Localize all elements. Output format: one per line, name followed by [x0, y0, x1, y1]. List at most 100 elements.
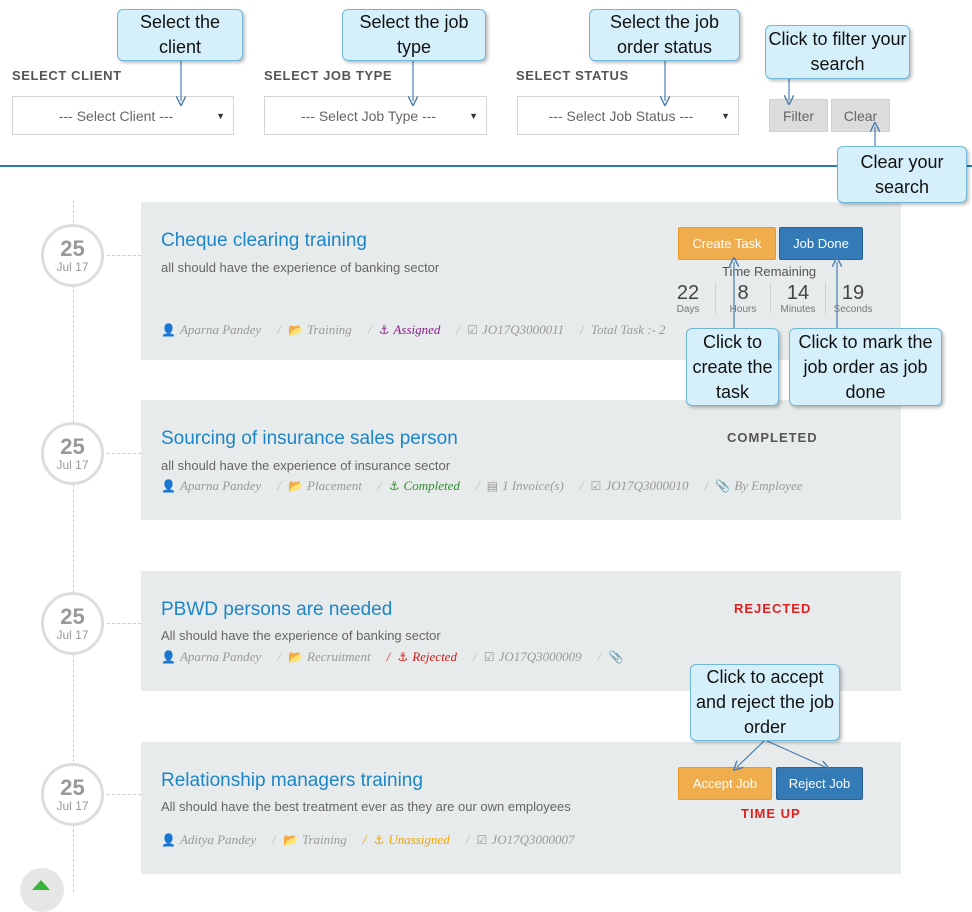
- paperclip-icon: 📎: [715, 479, 731, 493]
- date-badge: 25 Jul 17: [41, 422, 104, 485]
- date-month: Jul 17: [56, 627, 89, 642]
- job-card: Cheque clearing training all should have…: [141, 202, 901, 360]
- job-title[interactable]: Cheque clearing training: [161, 230, 367, 252]
- job-card: Sourcing of insurance sales person all s…: [141, 400, 901, 520]
- job-code: ☑ JO17Q3000011: [467, 322, 565, 337]
- section-divider: [0, 165, 972, 167]
- client-select-value: --- Select Client ---: [58, 107, 174, 124]
- job-right-status: COMPLETED: [727, 430, 818, 445]
- job-type: 📂 Placement: [288, 478, 362, 493]
- job-type-select-value: --- Select Job Type ---: [300, 107, 437, 124]
- status-filter-label: SELECT STATUS: [516, 68, 629, 83]
- check-square-icon: ☑: [476, 833, 488, 847]
- job-person: 👤 Aparna Pandey: [161, 478, 262, 493]
- anchor-icon: ⚓: [388, 479, 400, 493]
- check-square-icon: ☑: [483, 650, 495, 664]
- paperclip-icon: 📎: [608, 650, 624, 664]
- job-type-select[interactable]: --- Select Job Type --- ▼: [264, 96, 487, 135]
- countdown-timer: 22 Days 8 Hours 14 Minutes 19 Seconds: [661, 282, 880, 315]
- job-description: all should have the experience of bankin…: [161, 260, 440, 275]
- caret-down-icon: ▼: [216, 111, 225, 121]
- job-status: ⚓ Unassigned: [373, 832, 450, 847]
- caret-down-icon: ▼: [721, 111, 730, 121]
- job-status: ⚓ Completed: [388, 478, 460, 493]
- job-meta: 👤 Aditya Pandey / 📂 Training / ⚓ Unassigned / …: [161, 832, 582, 848]
- job-right-status: TIME UP: [741, 806, 801, 821]
- timeline-connector: [107, 623, 141, 624]
- timer-minutes: 14 Minutes: [780, 282, 816, 315]
- date-badge: 25 Jul 17: [41, 224, 104, 287]
- status-select[interactable]: --- Select Job Status --- ▼: [517, 96, 739, 135]
- user-icon: 👤: [161, 323, 176, 337]
- client-select[interactable]: --- Select Client --- ▼: [12, 96, 234, 135]
- job-description: All should have the experience of bankin…: [161, 628, 441, 643]
- job-title[interactable]: Relationship managers training: [161, 770, 423, 792]
- job-card: Relationship managers training All shoul…: [141, 742, 901, 874]
- timeline-connector: [107, 255, 141, 256]
- job-done-button[interactable]: Job Done: [779, 227, 863, 260]
- job-meta: 👤 Aparna Pandey / 📂 Recruitment / ⚓ Rejected /…: [161, 649, 631, 665]
- timer-hours: 8 Hours: [729, 282, 757, 315]
- time-remaining-label: Time Remaining: [722, 264, 817, 279]
- job-type-filter-label: SELECT JOB TYPE: [264, 68, 393, 83]
- anchor-icon: ⚓: [373, 833, 385, 847]
- callout-filter: Click to filter your search: [765, 25, 910, 79]
- job-code: ☑ JO17Q3000007: [476, 832, 575, 847]
- job-meta: 👤 Aparna Pandey / 📂 Training / ⚓ Assigned / ☑ J…: [161, 322, 666, 337]
- job-person: 👤 Aditya Pandey: [161, 832, 257, 847]
- callout-create-task: Click to create the task: [686, 328, 779, 406]
- timeline-connector: [107, 453, 141, 454]
- job-type: 📂 Recruitment: [288, 649, 371, 664]
- job-title[interactable]: PBWD persons are needed: [161, 599, 392, 621]
- job-person: 👤 Aparna Pandey: [161, 322, 262, 337]
- job-status: ⚓ Rejected: [397, 649, 457, 664]
- client-filter-label: SELECT CLIENT: [12, 68, 122, 83]
- job-type: 📂 Training: [288, 322, 352, 337]
- callout-job-done: Click to mark the job order as job done: [789, 328, 942, 406]
- folder-icon: 📂: [288, 479, 304, 493]
- job-attachment[interactable]: 📎: [609, 649, 628, 664]
- anchor-icon: ⚓: [378, 323, 390, 337]
- accept-job-button[interactable]: Accept Job: [678, 767, 772, 800]
- job-status: ⚓ Assigned: [378, 322, 441, 337]
- job-title[interactable]: Sourcing of insurance sales person: [161, 428, 458, 450]
- job-person: 👤 Aparna Pandey: [161, 649, 262, 664]
- filter-button[interactable]: Filter: [769, 99, 828, 132]
- date-month: Jul 17: [56, 798, 89, 813]
- caret-down-icon: ▼: [469, 111, 478, 121]
- job-invoice[interactable]: ▤ 1 Invoice(s): [487, 478, 568, 493]
- reject-job-button[interactable]: Reject Job: [776, 767, 863, 800]
- status-select-value: --- Select Job Status ---: [548, 107, 694, 124]
- create-task-button[interactable]: Create Task: [678, 227, 776, 260]
- folder-icon: 📂: [283, 833, 298, 847]
- job-type: 📂 Training: [283, 832, 347, 847]
- date-day: 25: [60, 433, 85, 459]
- timer-days: 22 Days: [676, 282, 700, 315]
- invoice-icon: ▤: [486, 479, 499, 493]
- clear-button[interactable]: Clear: [831, 99, 890, 132]
- job-description: All should have the best treatment ever …: [161, 799, 571, 814]
- callout-accept-reject: Click to accept and reject the job order: [690, 664, 840, 741]
- callout-select-job-type: Select the job type: [342, 9, 486, 61]
- date-badge: 25 Jul 17: [41, 592, 104, 655]
- job-code: ☑ JO17Q3000010: [590, 478, 689, 493]
- anchor-icon: ⚓: [397, 650, 409, 664]
- callout-select-client: Select the client: [117, 9, 243, 61]
- timeline-connector: [107, 794, 141, 795]
- date-badge: 25 Jul 17: [41, 763, 104, 826]
- job-description: all should have the experience of insura…: [161, 458, 451, 473]
- scroll-top-badge[interactable]: [20, 868, 64, 912]
- callout-select-status: Select the job order status: [589, 9, 740, 61]
- callout-clear: Clear your search: [837, 146, 967, 203]
- date-month: Jul 17: [56, 259, 89, 274]
- timer-seconds: 19 Seconds: [833, 282, 873, 315]
- date-month: Jul 17: [56, 457, 89, 472]
- folder-icon: 📂: [288, 650, 304, 664]
- folder-icon: 📂: [288, 323, 304, 337]
- date-day: 25: [60, 603, 85, 629]
- user-icon: 👤: [161, 650, 176, 664]
- job-attachment[interactable]: 📎 By Employee: [715, 478, 806, 493]
- check-square-icon: ☑: [467, 323, 479, 337]
- arrow-up-icon: [32, 880, 50, 890]
- user-icon: 👤: [161, 833, 176, 847]
